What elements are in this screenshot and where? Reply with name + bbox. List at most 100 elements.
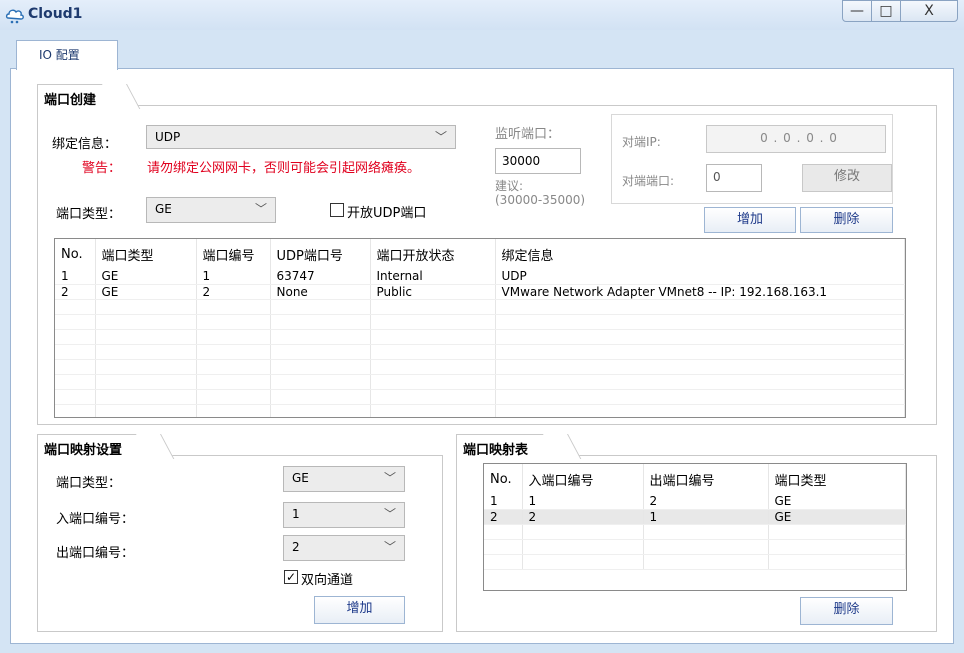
empty-row: [55, 404, 905, 417]
port-type-select[interactable]: GE ﹀: [146, 197, 276, 223]
peer-port-input[interactable]: 0: [706, 164, 762, 192]
open-udp-label: 开放UDP端口: [347, 206, 427, 221]
col-out-port[interactable]: 出端口编号: [643, 464, 769, 494]
cell: GE: [95, 284, 197, 300]
checkmark-icon: ✓: [285, 570, 297, 584]
bidirectional-label: 双向通道: [301, 573, 354, 588]
minimize-button[interactable]: —: [842, 0, 872, 22]
cell: Internal: [370, 269, 496, 285]
mapping-settings-title-text: 端口映射设置: [44, 443, 123, 458]
port-type-value: GE: [155, 202, 172, 216]
col-port-type[interactable]: 端口类型: [768, 464, 906, 494]
col-bind-info[interactable]: 绑定信息: [495, 239, 905, 269]
cell: 1: [55, 269, 96, 285]
cell: GE: [768, 494, 906, 510]
peer-port-label: 对端端口:: [622, 174, 675, 188]
cell: 63747: [270, 269, 371, 285]
in-port-select[interactable]: 1 ﹀: [283, 502, 405, 528]
add-mapping-button[interactable]: 增加: [314, 596, 405, 624]
bidirectional-checkbox[interactable]: ✓: [284, 570, 298, 584]
port-create-title: 端口创建: [37, 84, 115, 108]
cell: 1: [522, 494, 644, 510]
cell: 2: [484, 509, 523, 525]
cell: VMware Network Adapter VMnet8 -- IP: 192…: [495, 284, 905, 300]
in-port-value: 1: [292, 507, 300, 521]
cell: GE: [95, 269, 197, 285]
cell: 2: [643, 494, 769, 510]
maximize-button[interactable]: □: [871, 0, 901, 22]
mapping-table-title-text: 端口映射表: [463, 443, 529, 458]
cell: 1: [643, 509, 769, 525]
table-header-row: No. 入端口编号 出端口编号 端口类型: [484, 464, 906, 494]
chevron-down-icon: ﹀: [383, 540, 396, 554]
title-bar: [0, 0, 964, 30]
chevron-down-icon: ﹀: [383, 507, 396, 521]
peer-ip-label: 对端IP:: [622, 135, 661, 149]
close-button[interactable]: X: [900, 0, 958, 22]
modify-button[interactable]: 修改: [802, 164, 892, 192]
empty-row: [55, 299, 905, 315]
chevron-down-icon: ﹀: [383, 471, 396, 485]
cell: 2: [196, 284, 271, 300]
empty-row: [55, 359, 905, 375]
empty-row: [55, 389, 905, 405]
table-row[interactable]: 2 GE 2 None Public VMware Network Adapte…: [55, 284, 905, 300]
open-udp-checkbox[interactable]: [330, 203, 344, 217]
mapping-table-title: 端口映射表: [456, 434, 556, 458]
bind-info-select[interactable]: UDP ﹀: [146, 125, 456, 149]
col-port-number[interactable]: 端口编号: [196, 239, 271, 269]
empty-row: [55, 329, 905, 345]
empty-row: [484, 524, 906, 540]
delete-port-button[interactable]: 删除: [800, 207, 893, 233]
col-udp-port[interactable]: UDP端口号: [270, 239, 371, 269]
empty-row: [484, 539, 906, 555]
map-port-type-select[interactable]: GE ﹀: [283, 466, 405, 492]
listen-port-label: 监听端口：: [495, 127, 561, 142]
col-no[interactable]: No.: [484, 464, 523, 494]
cell: UDP: [495, 269, 905, 285]
chevron-down-icon: ﹀: [254, 202, 267, 216]
suggest-label: 建议:: [495, 179, 524, 193]
bind-info-label: 绑定信息：: [52, 137, 118, 152]
tab-io-config[interactable]: IO 配置: [16, 40, 118, 70]
empty-row: [55, 374, 905, 390]
warning-text: 请勿绑定公网网卡，否则可能会引起网络瘫痪。: [147, 161, 421, 176]
col-no[interactable]: No.: [55, 239, 96, 269]
cell: 2: [522, 509, 644, 525]
col-open-status[interactable]: 端口开放状态: [370, 239, 496, 269]
listen-port-input[interactable]: 30000: [495, 148, 581, 174]
col-port-type[interactable]: 端口类型: [95, 239, 197, 269]
port-table-box: No. 端口类型 端口编号 UDP端口号 端口开放状态 绑定信息 1 GE 1 …: [54, 238, 906, 418]
out-port-label: 出端口编号：: [56, 546, 135, 561]
table-row[interactable]: 1 GE 1 63747 Internal UDP: [55, 269, 905, 285]
table-header-row: No. 端口类型 端口编号 UDP端口号 端口开放状态 绑定信息: [55, 239, 905, 269]
cloud-app-icon: [5, 9, 24, 24]
out-port-select[interactable]: 2 ﹀: [283, 535, 405, 561]
table-row[interactable]: 2 2 1 GE: [484, 509, 906, 525]
delete-mapping-button[interactable]: 删除: [800, 597, 893, 625]
mapping-settings-title: 端口映射设置: [37, 434, 149, 458]
map-port-type-label: 端口类型：: [56, 476, 122, 491]
cell: 1: [196, 269, 271, 285]
out-port-value: 2: [292, 540, 300, 554]
table-row[interactable]: 1 1 2 GE: [484, 494, 906, 510]
in-port-label: 入端口编号：: [56, 512, 135, 527]
cell: Public: [370, 284, 496, 300]
warning-label: 警告：: [82, 161, 122, 176]
mapping-table-box: No. 入端口编号 出端口编号 端口类型 1 1 2 GE 2 2 1 GE: [483, 463, 907, 591]
port-create-title-text: 端口创建: [44, 93, 97, 108]
map-port-type-value: GE: [292, 471, 309, 485]
cell: None: [270, 284, 371, 300]
col-in-port[interactable]: 入端口编号: [522, 464, 644, 494]
port-type-label: 端口类型：: [56, 207, 122, 222]
cell: 1: [484, 494, 523, 510]
window-title: Cloud1: [28, 6, 83, 22]
suggest-range: (30000-35000): [495, 193, 586, 207]
empty-row: [484, 554, 906, 570]
add-port-button[interactable]: 增加: [704, 207, 796, 233]
chevron-down-icon: ﹀: [434, 130, 447, 144]
peer-ip-input[interactable]: 0 . 0 . 0 . 0: [706, 125, 886, 153]
mapping-table: No. 入端口编号 出端口编号 端口类型 1 1 2 GE 2 2 1 GE: [484, 464, 906, 570]
cell: GE: [768, 509, 906, 525]
empty-row: [55, 314, 905, 330]
